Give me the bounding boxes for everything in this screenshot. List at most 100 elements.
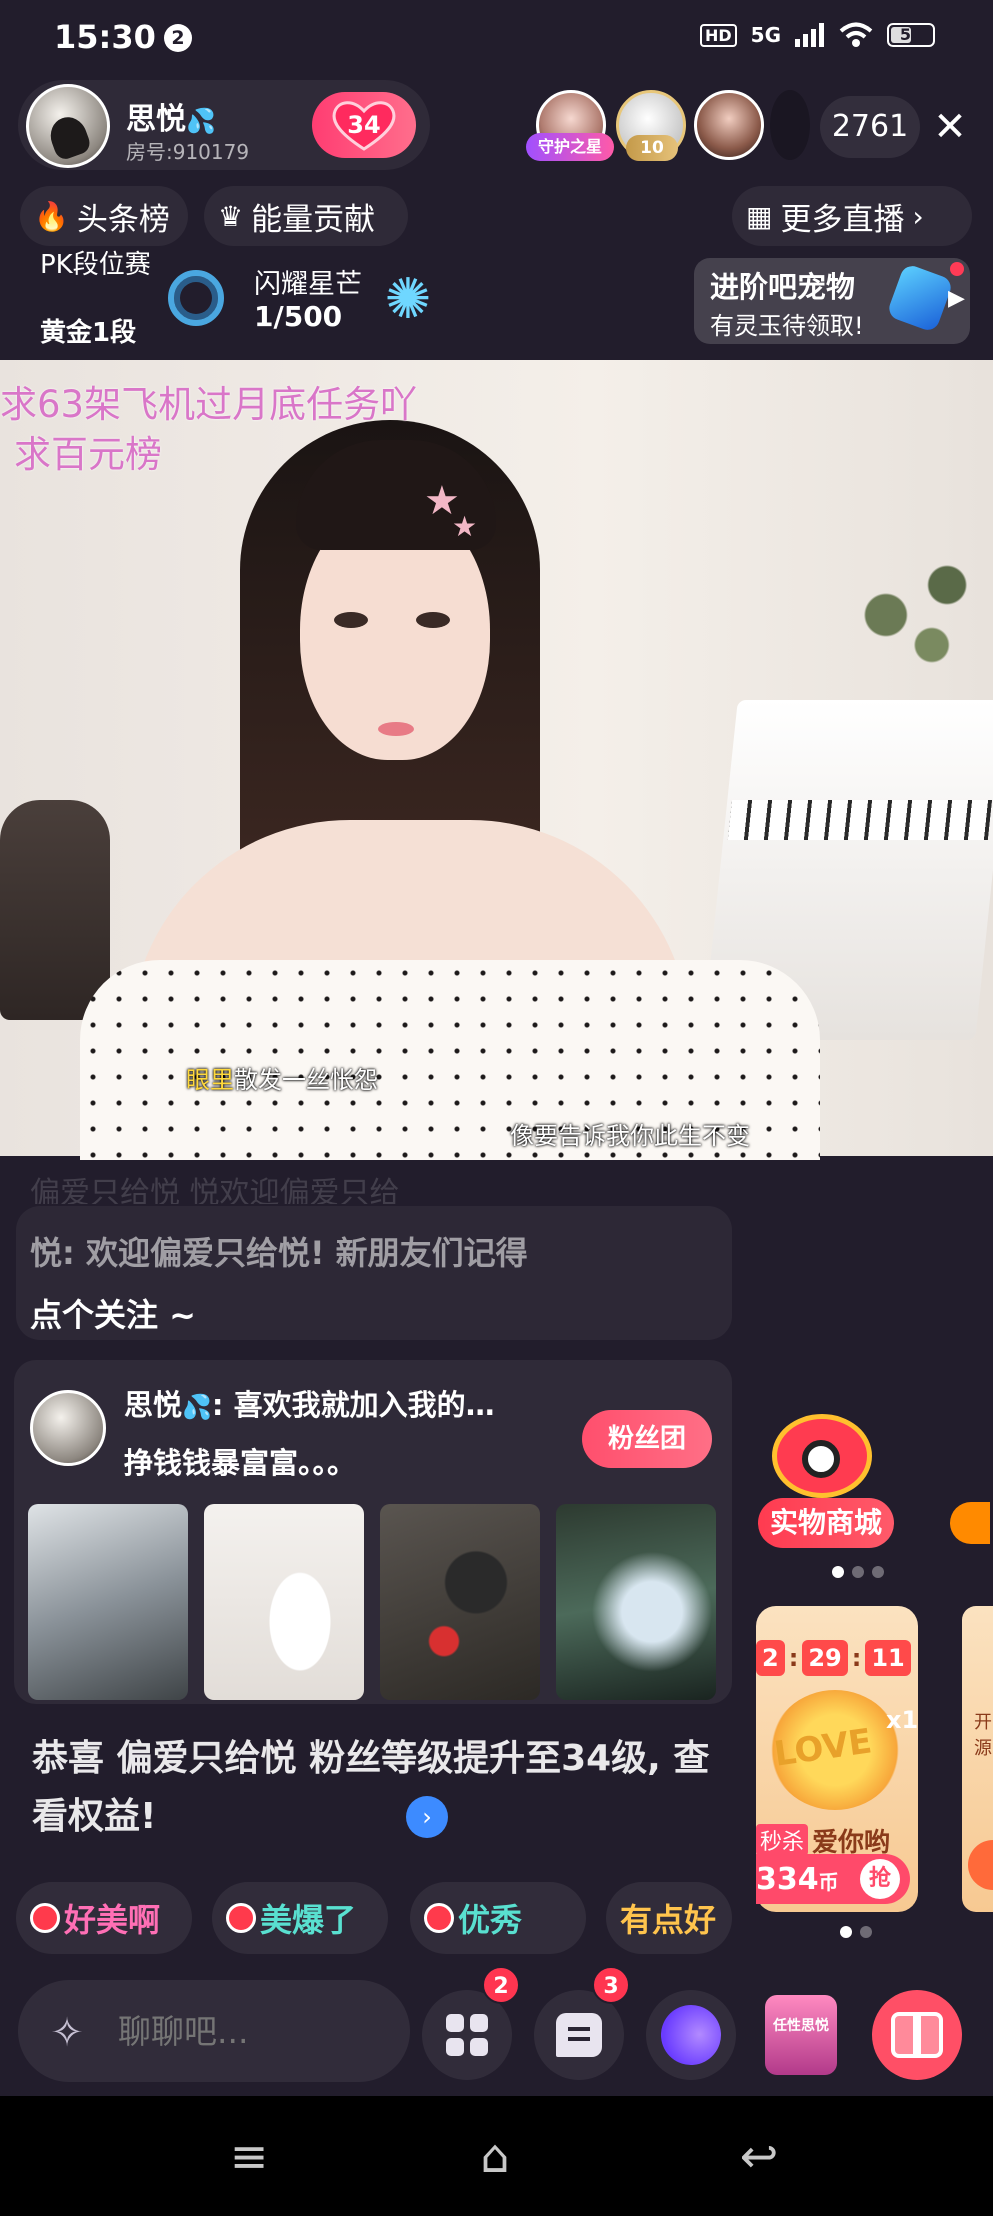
video-piano-keys	[727, 800, 993, 840]
wifi-icon	[839, 22, 873, 47]
fan-card-title: 思悦💦: 喜欢我就加入我的…	[124, 1382, 495, 1424]
lyric-line: 眼里散发一丝怅怨	[186, 1060, 378, 1095]
viewer-avatar[interactable]	[770, 90, 810, 160]
network-label: 5G	[750, 23, 781, 47]
fan-card-message: : 喜欢我就加入我的…	[211, 1388, 495, 1422]
follow-button[interactable]: 34	[312, 92, 416, 158]
carousel-dot	[860, 1926, 872, 1938]
promo-price-value: 334	[756, 1861, 819, 1897]
battery-icon: 51	[887, 23, 935, 47]
promo-price-unit: 币	[818, 1869, 839, 1894]
flame-icon: 🔥	[34, 199, 69, 233]
video-background-chair	[0, 800, 110, 1020]
streamer-eye	[416, 612, 450, 628]
fan-level-upgrade-message: 恭喜 偏爱只给悦 粉丝等级提升至34级, 查看权益!	[32, 1738, 710, 1837]
fan-club-button[interactable]: 粉丝团	[582, 1410, 712, 1468]
viewer-avatar[interactable]	[694, 90, 764, 160]
photo-thumbnail[interactable]	[380, 1504, 540, 1700]
follow-count: 34	[347, 111, 381, 139]
fan-badge-button[interactable]: 任性思悦	[756, 1990, 846, 2080]
promo-price: 334币	[756, 1862, 839, 1897]
close-icon[interactable]: ✕	[928, 98, 972, 156]
grid-icon: ▦	[746, 199, 773, 233]
shop-mascot-eye	[802, 1440, 840, 1478]
streamer-eye	[334, 612, 368, 628]
next-activity-peek[interactable]	[950, 1502, 990, 1544]
photo-thumbnail[interactable]	[556, 1504, 716, 1700]
quick-reply-label: 有点好	[620, 1901, 717, 1939]
crown-icon: ♛	[218, 199, 244, 233]
mic-button[interactable]	[646, 1990, 736, 2080]
timer-separator: :	[788, 1644, 799, 1672]
home-icon[interactable]: ⌂	[460, 2128, 530, 2184]
video-overlay-text: 求63架飞机过月底任务吖	[0, 383, 418, 426]
chat-input[interactable]	[118, 2012, 388, 2051]
count-badge: 2	[482, 1966, 520, 2004]
more-live-button[interactable]: ▦ 更多直播 ›	[732, 186, 972, 246]
quick-reply-button[interactable]: 美爆了	[212, 1882, 388, 1954]
energy-contribution-button[interactable]: ♛ 能量贡献	[204, 186, 408, 246]
photo-thumbnail[interactable]	[28, 1504, 188, 1700]
shop-button[interactable]: 实物商城	[758, 1498, 894, 1548]
sparkle-icon: ✧	[50, 2010, 84, 2056]
swirl-icon	[168, 270, 224, 326]
carousel-dot	[872, 1566, 884, 1578]
fan-card-avatar	[30, 1390, 106, 1466]
promo-name: 爱你哟	[812, 1827, 891, 1858]
streamer-lips	[378, 722, 414, 736]
lyric-text: 散发一丝怅怨	[234, 1066, 378, 1094]
carousel-dot	[840, 1926, 852, 1938]
video-overlay-text: 求百元榜	[14, 433, 162, 476]
notification-dot	[950, 262, 964, 276]
chat-message-faded: 偏爱只给悦 悦欢迎偏爱只给	[30, 1176, 400, 1204]
pet-subtitle: 有灵玉待领取!	[710, 312, 864, 340]
notification-badge: 2	[164, 24, 192, 52]
gift-button[interactable]	[872, 1990, 962, 2080]
carousel-dots	[840, 1926, 872, 1938]
status-icons: HD 5G 51	[699, 22, 935, 48]
quick-reply-label: 美爆了	[260, 1901, 357, 1939]
status-time: 15:30	[54, 18, 156, 56]
chevron-right-icon[interactable]: ›	[406, 1796, 448, 1838]
more-live-label: 更多直播	[780, 201, 905, 238]
grab-button[interactable]: 抢	[860, 1859, 900, 1899]
hot-rank-label: 头条榜	[76, 201, 170, 238]
quick-reply-label: 好美啊	[64, 1901, 161, 1939]
timer-minutes: 29	[802, 1640, 848, 1676]
mascot-icon	[30, 1903, 60, 1933]
photo-thumbnail[interactable]	[204, 1504, 364, 1700]
pk-title: PK段位赛	[40, 250, 151, 280]
water-drop-icon: 💦	[186, 107, 216, 135]
host-name-text: 思悦	[126, 102, 186, 137]
energy-label: 能量贡献	[251, 201, 376, 238]
timer-hours: 2	[756, 1640, 785, 1676]
promo-multiplier: x1	[886, 1706, 919, 1734]
promo-price-bar[interactable]: 334币 抢	[756, 1854, 910, 1904]
timer-seconds: 11	[865, 1640, 911, 1676]
viewer-count[interactable]: 2761	[820, 96, 920, 158]
chevron-right-icon: ›	[912, 199, 924, 233]
quick-reply-button[interactable]: 优秀	[410, 1882, 586, 1954]
pet-title: 进阶吧宠物	[710, 270, 856, 304]
video-background-plant	[840, 540, 993, 690]
carousel-dot	[852, 1566, 864, 1578]
star-title: 闪耀星芒	[254, 269, 362, 300]
hd-icon: HD	[699, 23, 737, 47]
pk-rank: 黄金1段	[40, 318, 137, 348]
water-drop-icon: 💦	[182, 1393, 212, 1421]
carousel-dots	[832, 1566, 884, 1578]
host-name[interactable]: 思悦💦	[126, 94, 216, 138]
timer-separator: :	[851, 1644, 862, 1672]
fan-badge-icon: 任性思悦	[765, 1995, 837, 2075]
mic-icon	[648, 1992, 734, 2078]
back-icon[interactable]: ↩	[724, 2128, 794, 2184]
menu-icon[interactable]: ≡	[214, 2128, 284, 2184]
quick-reply-button[interactable]: 好美啊	[16, 1882, 192, 1954]
hot-rank-button[interactable]: 🔥 头条榜	[20, 186, 188, 246]
carousel-dot	[832, 1566, 844, 1578]
flash-sale-tag: 秒杀	[756, 1824, 809, 1856]
quick-reply-button[interactable]: 有点好	[606, 1882, 732, 1954]
grid-icon	[446, 2014, 488, 2056]
host-avatar[interactable]	[26, 84, 110, 168]
chat-welcome-text: 点个关注 ~	[30, 1296, 196, 1334]
